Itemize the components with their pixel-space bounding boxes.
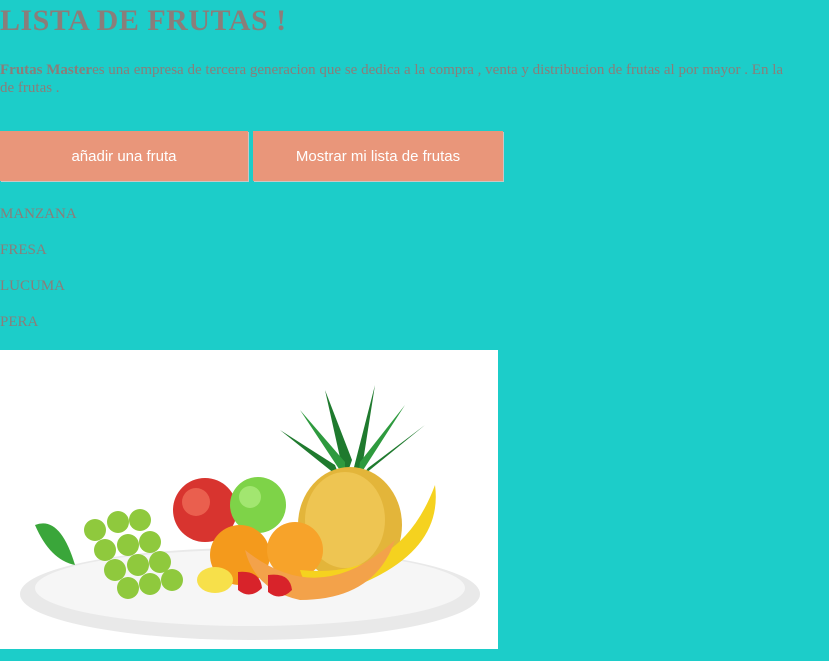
intro-line-2: de frutas . xyxy=(0,80,60,96)
list-item: PERA xyxy=(0,314,39,330)
page-title: LISTA DE FRUTAS ! xyxy=(0,4,287,37)
intro-text: es una empresa de tercera generacion que… xyxy=(92,62,784,78)
fruit-list: MANZANA FRESA LUCUMA PERA xyxy=(0,204,77,348)
intro-line-1: Frutas Masteres una empresa de tercera g… xyxy=(0,61,829,79)
intro-paragraph: Frutas Masteres una empresa de tercera g… xyxy=(0,61,829,97)
fruit-plate-illustration xyxy=(20,385,480,640)
page: LISTA DE FRUTAS ! Frutas Masteres una em… xyxy=(0,0,829,661)
fruit-plate-image xyxy=(0,350,498,649)
show-fruit-list-button[interactable]: Mostrar mi lista de frutas xyxy=(253,131,503,181)
list-item: FRESA xyxy=(0,242,47,258)
brand-name: Frutas Master xyxy=(0,62,93,78)
list-item: MANZANA xyxy=(0,206,77,222)
list-item: LUCUMA xyxy=(0,278,66,294)
add-fruit-button[interactable]: añadir una fruta xyxy=(0,131,248,181)
